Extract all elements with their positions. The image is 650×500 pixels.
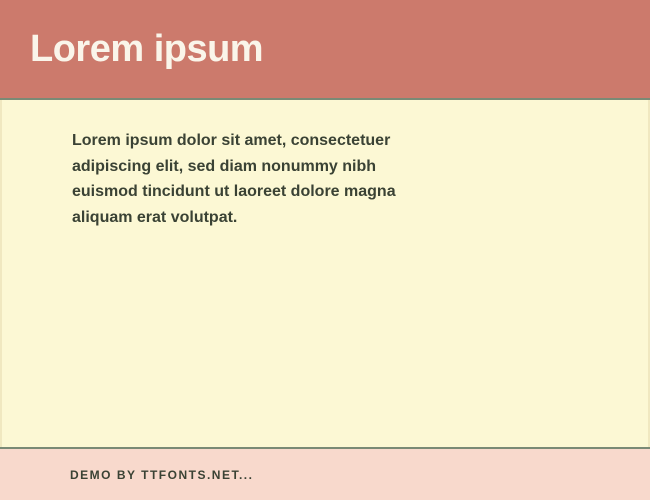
footer-attribution: DEMO BY TTFONTS.NET... <box>70 468 253 482</box>
content-area: Lorem ipsum dolor sit amet, consectetuer… <box>0 100 650 447</box>
page-title: Lorem ipsum <box>30 28 263 71</box>
footer-bar: DEMO BY TTFONTS.NET... <box>0 449 650 500</box>
body-paragraph: Lorem ipsum dolor sit amet, consectetuer… <box>72 128 442 230</box>
header-banner: Lorem ipsum <box>0 0 650 98</box>
